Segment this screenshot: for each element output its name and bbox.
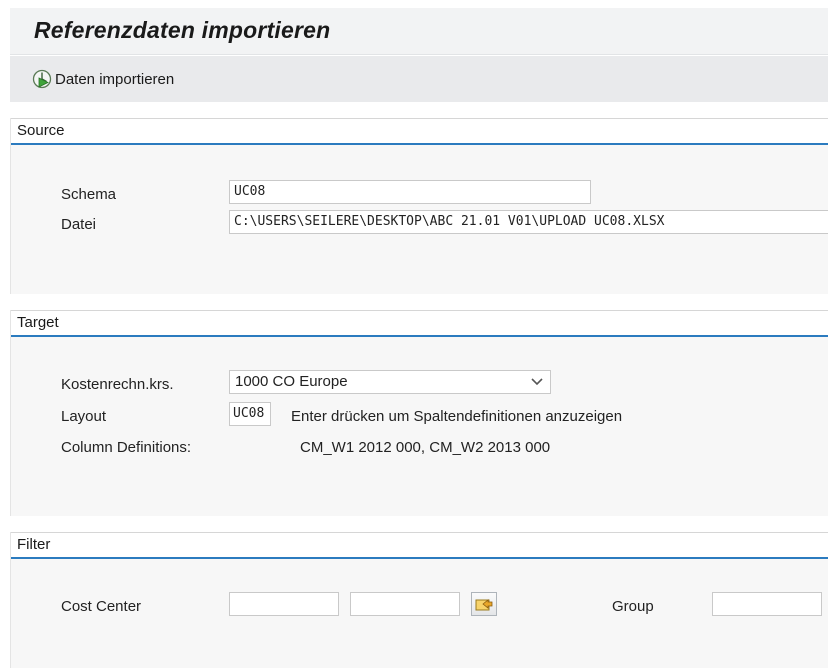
cost-center-to-field[interactable] (350, 592, 460, 616)
source-group: Source Schema UC08 Datei C:\USERS\SEILER… (10, 118, 828, 294)
page-title: Referenzdaten importieren (34, 17, 331, 43)
import-data-label: Daten importieren (55, 70, 175, 88)
application-toolbar: Daten importieren (10, 56, 828, 102)
schema-label: Schema (61, 186, 117, 203)
multiple-selection-button[interactable] (471, 592, 497, 616)
filter-header-label: Filter (17, 536, 51, 553)
filter-group-header: Filter (11, 532, 828, 559)
cost-center-from-field[interactable] (229, 592, 339, 616)
group-label: Group (612, 598, 654, 615)
controlling-area-value: 1000 CO Europe (235, 373, 348, 390)
target-header-label: Target (17, 314, 59, 331)
multiple-selection-icon (475, 599, 493, 611)
group-field[interactable] (712, 592, 822, 616)
file-path-field[interactable]: C:\USERS\SEILERE\DESKTOP\ABC 21.01 V01\U… (229, 210, 828, 234)
source-group-header: Source (11, 118, 828, 145)
controlling-area-label: Kostenrechn.krs. (61, 376, 174, 393)
layout-hint-text: Enter drücken um Spaltendefinitionen anz… (291, 408, 623, 425)
target-group-header: Target (11, 310, 828, 337)
source-header-label: Source (17, 122, 65, 139)
execute-icon (32, 69, 52, 89)
schema-field[interactable]: UC08 (229, 180, 591, 204)
title-bar: Referenzdaten importieren (10, 8, 828, 55)
column-definitions-label: Column Definitions: (61, 439, 192, 456)
layout-field[interactable]: UC08 (229, 402, 271, 426)
layout-label: Layout (61, 408, 107, 425)
target-group: Target Kostenrechn.krs. 1000 CO Europe L… (10, 310, 828, 516)
cost-center-label: Cost Center (61, 598, 142, 615)
filter-group: Filter Cost Center Group (10, 532, 828, 668)
chevron-down-icon (524, 371, 550, 393)
controlling-area-dropdown[interactable]: 1000 CO Europe (229, 370, 551, 394)
column-definitions-value: CM_W1 2012 000, CM_W2 2013 000 (300, 439, 551, 456)
file-label: Datei (61, 216, 97, 233)
import-data-button[interactable]: Daten importieren (32, 67, 174, 91)
